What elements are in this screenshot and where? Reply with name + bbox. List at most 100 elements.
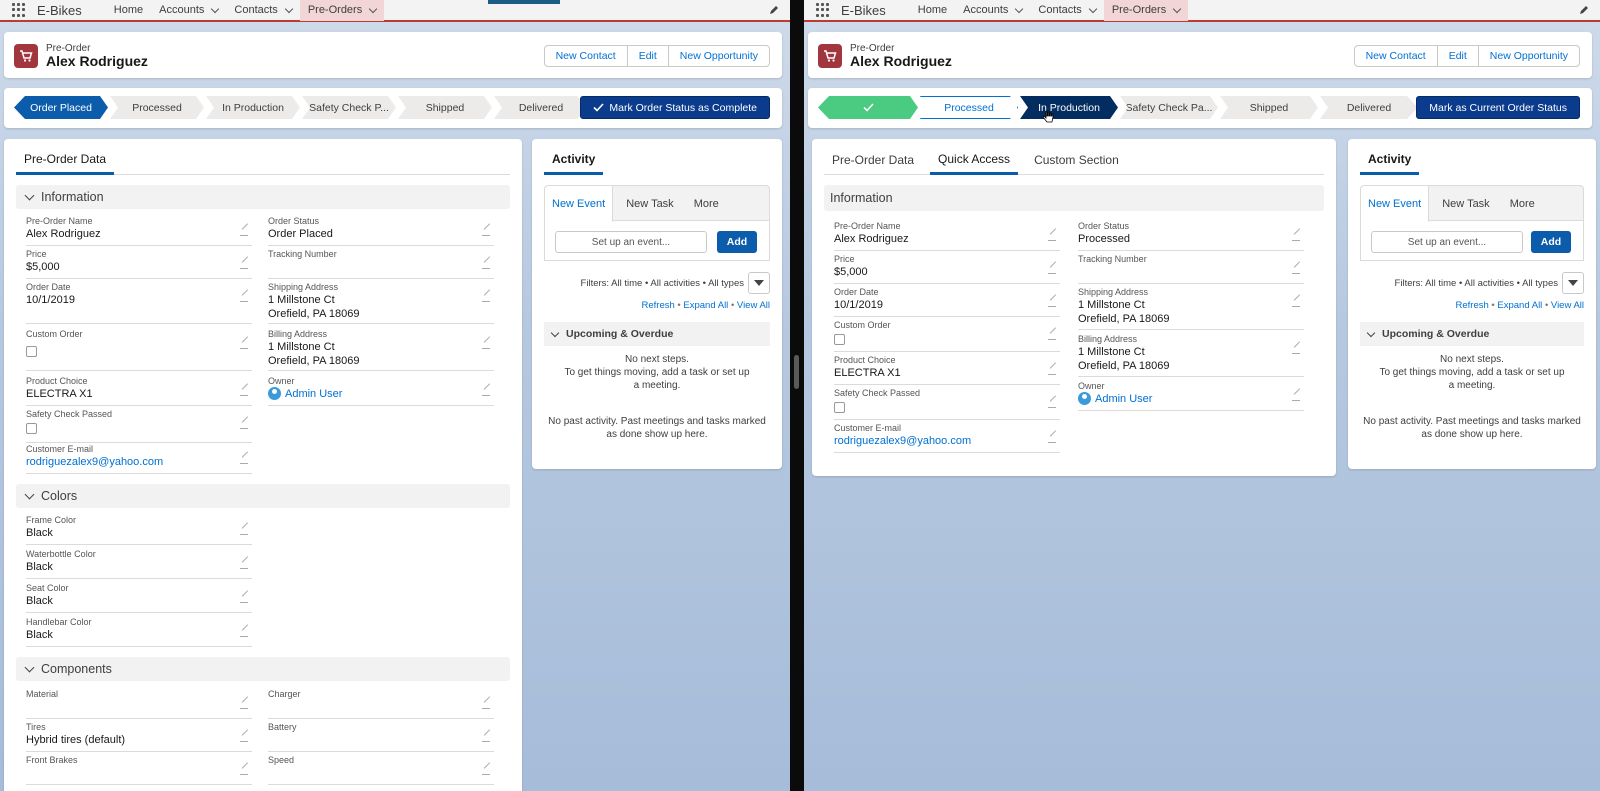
path-stage-shipped[interactable]: Shipped [1220, 96, 1318, 119]
edit-pencil-icon[interactable] [240, 341, 248, 349]
edit-pencil-icon[interactable] [482, 228, 490, 236]
chevron-down-icon[interactable] [211, 4, 220, 13]
owner-name[interactable]: Admin User [285, 388, 342, 400]
edit-pencil-icon[interactable] [1048, 332, 1056, 340]
filter-icon[interactable] [1562, 272, 1584, 294]
edit-pencil-icon[interactable] [1292, 299, 1300, 307]
tab-new-event[interactable]: New Event [1361, 186, 1430, 222]
new-contact-button[interactable]: New Contact [543, 45, 628, 67]
tab-new-event[interactable]: New Event [545, 186, 614, 222]
edit-pencil-icon[interactable] [240, 228, 248, 236]
change-owner-icon[interactable] [1292, 393, 1300, 401]
edit-pencil-icon[interactable] [240, 734, 248, 742]
tab-quick-access[interactable]: Quick Access [930, 145, 1019, 175]
edit-pencil-icon[interactable] [240, 629, 248, 637]
new-opportunity-button[interactable]: New Opportunity [667, 45, 770, 67]
custom-order-checkbox[interactable] [834, 334, 845, 345]
path-stage-safety-check[interactable]: Safety Check P... [302, 96, 396, 119]
edit-pencil-icon[interactable] [240, 388, 248, 396]
edit-pencil-icon[interactable] [1048, 367, 1056, 375]
edit-pencil-icon[interactable] [240, 421, 248, 429]
view-all-link[interactable]: View All [1551, 300, 1584, 311]
event-input[interactable]: Set up an event... [555, 231, 707, 253]
nav-item-contacts[interactable]: Contacts [1030, 0, 1103, 21]
chevron-down-icon[interactable] [1172, 4, 1182, 13]
edit-pencil-icon[interactable] [240, 456, 248, 464]
tab-more[interactable]: More [1497, 186, 1542, 222]
upcoming-overdue-header[interactable]: Upcoming & Overdue [544, 322, 770, 346]
edit-pencil-icon[interactable] [1048, 400, 1056, 408]
path-stage-processed[interactable]: Processed [920, 96, 1018, 119]
edit-pencil-icon[interactable] [240, 561, 248, 569]
email-link[interactable]: rodriguezalex9@yahoo.com [834, 434, 971, 448]
nav-item-accounts[interactable]: Accounts [151, 0, 226, 21]
chevron-down-icon[interactable] [368, 4, 378, 13]
tab-new-task[interactable]: New Task [613, 186, 680, 222]
refresh-link[interactable]: Refresh [642, 300, 675, 311]
edit-pencil-icon[interactable] [240, 767, 248, 775]
edit-pencil-icon[interactable] [1292, 266, 1300, 274]
owner-link[interactable]: Admin User [268, 387, 342, 401]
expand-all-link[interactable]: Expand All [1497, 300, 1542, 311]
edit-button[interactable]: Edit [1436, 45, 1479, 67]
edit-pencil-icon[interactable] [240, 261, 248, 269]
event-input[interactable]: Set up an event... [1371, 231, 1523, 253]
edit-nav-icon[interactable] [768, 4, 780, 16]
edit-pencil-icon[interactable] [1292, 233, 1300, 241]
path-stage-order-placed-complete[interactable] [818, 96, 918, 119]
chevron-down-icon[interactable] [1015, 4, 1024, 13]
owner-link[interactable]: Admin User [1078, 392, 1152, 406]
edit-pencil-icon[interactable] [482, 341, 490, 349]
path-stage-delivered[interactable]: Delivered [494, 96, 588, 119]
edit-button[interactable]: Edit [626, 45, 669, 67]
mark-complete-button[interactable]: Mark Order Status as Complete [580, 96, 770, 119]
edit-pencil-icon[interactable] [1048, 266, 1056, 274]
new-contact-button[interactable]: New Contact [1353, 45, 1438, 67]
edit-pencil-icon[interactable] [1048, 299, 1056, 307]
email-link[interactable]: rodriguezalex9@yahoo.com [26, 455, 163, 469]
path-stage-in-production[interactable]: In Production [1020, 96, 1118, 119]
path-stage-safety-check[interactable]: Safety Check Pa... [1120, 96, 1218, 119]
refresh-link[interactable]: Refresh [1456, 300, 1489, 311]
filter-icon[interactable] [748, 272, 770, 294]
edit-pencil-icon[interactable] [482, 294, 490, 302]
add-event-button[interactable]: Add [717, 231, 757, 253]
new-opportunity-button[interactable]: New Opportunity [1477, 45, 1580, 67]
edit-pencil-icon[interactable] [482, 767, 490, 775]
edit-nav-icon[interactable] [1578, 4, 1590, 16]
edit-pencil-icon[interactable] [482, 734, 490, 742]
path-stage-delivered[interactable]: Delivered [1320, 96, 1418, 119]
edit-pencil-icon[interactable] [240, 527, 248, 535]
upcoming-overdue-header[interactable]: Upcoming & Overdue [1360, 322, 1584, 346]
chevron-down-icon[interactable] [284, 4, 294, 13]
owner-name[interactable]: Admin User [1095, 393, 1152, 405]
edit-pencil-icon[interactable] [240, 294, 248, 302]
edit-pencil-icon[interactable] [1292, 346, 1300, 354]
path-stage-order-placed[interactable]: Order Placed [14, 96, 108, 119]
tab-new-task[interactable]: New Task [1429, 186, 1496, 222]
section-colors[interactable]: Colors [16, 484, 510, 508]
divider-grip[interactable] [794, 355, 799, 389]
safety-check-checkbox[interactable] [834, 402, 845, 413]
activity-title[interactable]: Activity [544, 145, 604, 175]
tab-pre-order-data[interactable]: Pre-Order Data [16, 145, 115, 175]
path-stage-in-production[interactable]: In Production [206, 96, 300, 119]
tab-custom-section[interactable]: Custom Section [1026, 145, 1127, 175]
view-all-link[interactable]: View All [737, 300, 770, 311]
app-launcher-icon[interactable] [816, 3, 830, 17]
tab-more[interactable]: More [681, 186, 726, 222]
path-stage-shipped[interactable]: Shipped [398, 96, 492, 119]
split-divider[interactable] [790, 0, 804, 791]
safety-check-checkbox[interactable] [26, 423, 37, 434]
nav-item-pre-orders[interactable]: Pre-Orders [299, 0, 385, 21]
expand-all-link[interactable]: Expand All [683, 300, 728, 311]
section-information[interactable]: Information [16, 185, 510, 209]
add-event-button[interactable]: Add [1531, 231, 1571, 253]
mark-current-status-button[interactable]: Mark as Current Order Status [1416, 96, 1580, 119]
custom-order-checkbox[interactable] [26, 346, 37, 357]
activity-title[interactable]: Activity [1360, 145, 1420, 175]
edit-pencil-icon[interactable] [482, 701, 490, 709]
nav-item-home[interactable]: Home [106, 0, 151, 21]
edit-pencil-icon[interactable] [482, 261, 490, 269]
edit-pencil-icon[interactable] [240, 595, 248, 603]
